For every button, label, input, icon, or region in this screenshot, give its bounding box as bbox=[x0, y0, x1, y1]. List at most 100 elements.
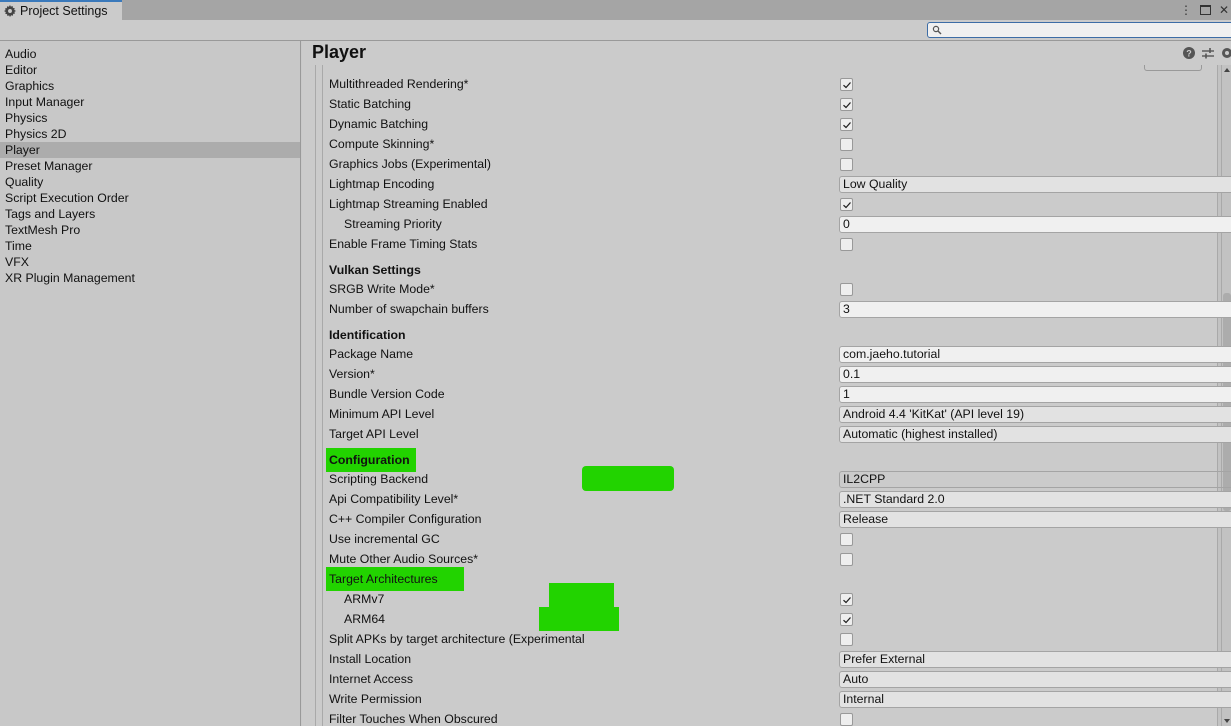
settings-gear-icon[interactable] bbox=[1221, 47, 1231, 59]
setting-row-lightmap-streaming-enabled: Lightmap Streaming Enabled bbox=[329, 195, 1209, 213]
dynamic-batching-checkbox[interactable] bbox=[840, 117, 853, 131]
setting-row-srgb-write-mode: SRGB Write Mode* bbox=[329, 280, 1209, 298]
scripting-backend-dropdown[interactable]: IL2CPP bbox=[839, 470, 1231, 488]
setting-row-static-batching: Static Batching bbox=[329, 95, 1209, 113]
setting-label: SRGB Write Mode* bbox=[329, 282, 435, 296]
lightmap-encoding-dropdown[interactable]: Low Quality bbox=[839, 175, 1231, 193]
use-incremental-gc-checkbox[interactable] bbox=[840, 532, 853, 546]
help-icon[interactable]: ? bbox=[1183, 47, 1195, 59]
compute-skinning-checkbox[interactable] bbox=[840, 137, 853, 151]
setting-label: Use incremental GC bbox=[329, 532, 440, 546]
setting-label: Target Architectures bbox=[329, 572, 438, 586]
mute-other-audio-sources-checkbox[interactable] bbox=[840, 552, 853, 566]
write-permission-dropdown[interactable]: Internal bbox=[839, 690, 1231, 708]
setting-row-c-compiler-configuration: C++ Compiler Configuration Release bbox=[329, 510, 1231, 528]
setting-row-target-architectures: Target Architectures bbox=[326, 567, 1209, 591]
indent-guide bbox=[322, 65, 323, 726]
target-api-level-dropdown[interactable]: Automatic (highest installed) bbox=[839, 425, 1231, 443]
setting-label: Static Batching bbox=[329, 97, 412, 111]
search-input[interactable] bbox=[927, 22, 1231, 38]
setting-row-bundle-version-code: Bundle Version Code 1 bbox=[329, 385, 1231, 403]
partial-button[interactable] bbox=[1144, 65, 1202, 71]
setting-row-scripting-backend: Scripting Backend IL2CPP bbox=[329, 466, 1231, 491]
scroll-down-arrow[interactable] bbox=[1224, 719, 1230, 723]
tab-project-settings[interactable]: Project Settings bbox=[0, 0, 122, 20]
setting-label: Scripting Backend bbox=[329, 472, 429, 486]
indent-guide bbox=[315, 65, 316, 726]
section-header-configuration: Configuration bbox=[326, 448, 1209, 472]
sidebar-item-player[interactable]: Player bbox=[0, 142, 300, 158]
setting-row-split-apks-by-target-architecture-experimental: Split APKs by target architecture (Exper… bbox=[329, 630, 1209, 648]
sidebar-item-xr-plugin-management[interactable]: XR Plugin Management bbox=[0, 270, 300, 286]
scroll-up-arrow[interactable] bbox=[1224, 68, 1230, 72]
enable-frame-timing-stats-checkbox[interactable] bbox=[840, 237, 853, 251]
filter-touches-when-obscured-checkbox[interactable] bbox=[840, 712, 853, 726]
version-field[interactable]: 0.1 bbox=[839, 365, 1231, 383]
sidebar-item-audio[interactable]: Audio bbox=[0, 46, 300, 62]
setting-label: Identification bbox=[329, 328, 406, 342]
sidebar-item-quality[interactable]: Quality bbox=[0, 174, 300, 190]
sidebar-item-physics[interactable]: Physics bbox=[0, 110, 300, 126]
internet-access-dropdown[interactable]: Auto bbox=[839, 670, 1231, 688]
close-icon[interactable]: ✕ bbox=[1219, 0, 1229, 20]
page-title: Player bbox=[312, 42, 367, 62]
setting-label: Internet Access bbox=[329, 672, 414, 686]
setting-row-write-permission: Write Permission Internal bbox=[329, 690, 1231, 708]
sidebar-item-vfx[interactable]: VFX bbox=[0, 254, 300, 270]
presets-icon[interactable] bbox=[1202, 47, 1214, 59]
tab-title: Project Settings bbox=[20, 4, 108, 18]
setting-label: Streaming Priority bbox=[344, 217, 442, 231]
setting-row-streaming-priority: Streaming Priority 0 bbox=[329, 215, 1231, 233]
setting-row-number-of-swapchain-buffers: Number of swapchain buffers 3 bbox=[329, 300, 1231, 318]
sidebar-item-textmesh-pro[interactable]: TextMesh Pro bbox=[0, 222, 300, 238]
dropdown-value: IL2CPP bbox=[843, 471, 886, 486]
dropdown-value: Release bbox=[843, 511, 889, 526]
graphics-jobs-experimental-checkbox[interactable] bbox=[840, 157, 853, 171]
setting-label: Target API Level bbox=[329, 427, 419, 441]
setting-label: Bundle Version Code bbox=[329, 387, 445, 401]
number-of-swapchain-buffers-field[interactable]: 3 bbox=[839, 300, 1231, 318]
api-compatibility-level-dropdown[interactable]: .NET Standard 2.0 bbox=[839, 490, 1231, 508]
setting-row-target-api-level: Target API Level Automatic (highest insta… bbox=[329, 425, 1231, 443]
setting-label: Enable Frame Timing Stats bbox=[329, 237, 478, 251]
sidebar-item-preset-manager[interactable]: Preset Manager bbox=[0, 158, 300, 174]
setting-row-multithreaded-rendering: Multithreaded Rendering* bbox=[329, 75, 1209, 93]
setting-row-lightmap-encoding: Lightmap Encoding Low Quality bbox=[329, 175, 1231, 193]
split-apks-by-target-architecture-experimental-checkbox[interactable] bbox=[840, 632, 853, 646]
minimum-api-level-dropdown[interactable]: Android 4.4 'KitKat' (API level 19) bbox=[839, 405, 1231, 423]
setting-label: Dynamic Batching bbox=[329, 117, 429, 131]
dropdown-value: Prefer External bbox=[843, 651, 926, 666]
setting-label: Package Name bbox=[329, 347, 414, 361]
highlight-mark bbox=[582, 466, 674, 491]
c-compiler-configuration-dropdown[interactable]: Release bbox=[839, 510, 1231, 528]
setting-row-use-incremental-gc: Use incremental GC bbox=[329, 530, 1209, 548]
streaming-priority-field[interactable]: 0 bbox=[839, 215, 1231, 233]
dropdown-value: Internal bbox=[843, 691, 885, 706]
dropdown-value: Android 4.4 'KitKat' (API level 19) bbox=[843, 406, 1025, 421]
sidebar-item-input-manager[interactable]: Input Manager bbox=[0, 94, 300, 110]
setting-label: C++ Compiler Configuration bbox=[329, 512, 482, 526]
sidebar-item-script-execution-order[interactable]: Script Execution Order bbox=[0, 190, 300, 206]
sidebar-item-editor[interactable]: Editor bbox=[0, 62, 300, 78]
setting-label: Number of swapchain buffers bbox=[329, 302, 489, 316]
bundle-version-code-field[interactable]: 1 bbox=[839, 385, 1231, 403]
armv7-checkbox[interactable] bbox=[840, 592, 853, 606]
setting-row-armv7: ARMv7 bbox=[329, 583, 1209, 608]
search-icon bbox=[932, 25, 942, 35]
maximize-icon[interactable] bbox=[1199, 5, 1211, 15]
arm64-checkbox[interactable] bbox=[840, 612, 853, 626]
package-name-field[interactable]: com.jaeho.tutorial bbox=[839, 345, 1231, 363]
srgb-write-mode-checkbox[interactable] bbox=[840, 282, 853, 296]
static-batching-checkbox[interactable] bbox=[840, 97, 853, 111]
section-header-vulkan-settings: Vulkan Settings bbox=[329, 261, 1209, 279]
sidebar-item-physics-2d[interactable]: Physics 2D bbox=[0, 126, 300, 142]
setting-row-graphics-jobs-experimental: Graphics Jobs (Experimental) bbox=[329, 155, 1209, 173]
sidebar-item-tags-and-layers[interactable]: Tags and Layers bbox=[0, 206, 300, 222]
multithreaded-rendering-checkbox[interactable] bbox=[840, 77, 853, 91]
install-location-dropdown[interactable]: Prefer External bbox=[839, 650, 1231, 668]
setting-row-mute-other-audio-sources: Mute Other Audio Sources* bbox=[329, 550, 1209, 568]
sidebar-item-time[interactable]: Time bbox=[0, 238, 300, 254]
more-options-icon[interactable]: ⋮ bbox=[1180, 0, 1192, 20]
lightmap-streaming-enabled-checkbox[interactable] bbox=[840, 197, 853, 211]
sidebar-item-graphics[interactable]: Graphics bbox=[0, 78, 300, 94]
